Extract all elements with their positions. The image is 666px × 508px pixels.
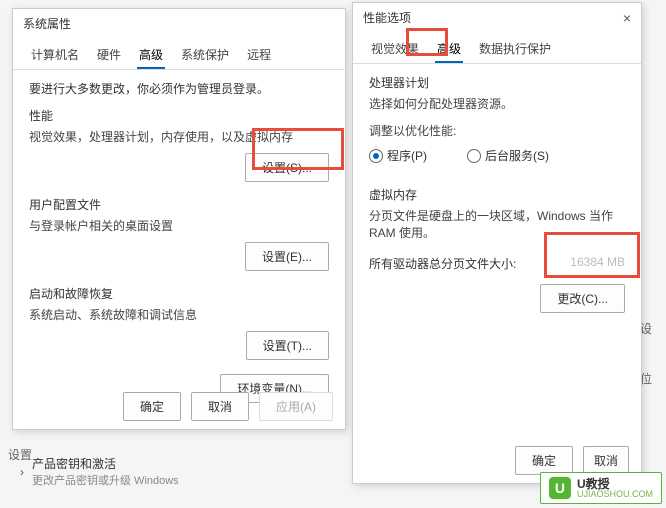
virtual-memory-group: 虚拟内存 分页文件是硬盘上的一块区域，Windows 当作 RAM 使用。 所有…: [369, 186, 625, 313]
vmem-total-label: 所有驱动器总分页文件大小:: [369, 255, 516, 272]
tab-visual-effects[interactable]: 视觉效果: [369, 36, 421, 63]
tab-dep[interactable]: 数据执行保护: [477, 36, 553, 63]
adjust-label: 调整以优化性能:: [369, 122, 625, 139]
performance-desc: 视觉效果，处理器计划，内存使用，以及虚拟内存: [29, 128, 329, 145]
tab-hardware[interactable]: 硬件: [95, 42, 123, 69]
tab-computer-name[interactable]: 计算机名: [29, 42, 81, 69]
radio-dot-selected-icon: [369, 149, 383, 163]
performance-settings-button[interactable]: 设置(S)...: [245, 153, 329, 182]
dialog1-apply-button[interactable]: 应用(A): [259, 392, 333, 421]
admin-note: 要进行大多数更改，你必须作为管理员登录。: [29, 80, 329, 97]
dialog1-content: 要进行大多数更改，你必须作为管理员登录。 性能 视觉效果，处理器计划，内存使用，…: [13, 70, 345, 413]
user-profile-title: 用户配置文件: [29, 196, 329, 213]
logo-text: U教授 UJIAOSHOU.COM: [577, 478, 653, 499]
vmem-total-row: 所有驱动器总分页文件大小: 16384 MB: [369, 255, 625, 272]
logo-main: U教授: [577, 478, 653, 490]
dialog2-tabs: 视觉效果 高级 数据执行保护: [353, 32, 641, 64]
tab-advanced-2[interactable]: 高级: [435, 36, 463, 63]
dialog2-cancel-button[interactable]: 取消: [583, 446, 629, 475]
dialog1-ok-button[interactable]: 确定: [123, 392, 181, 421]
startup-recovery-settings-button[interactable]: 设置(T)...: [246, 331, 329, 360]
product-text: 产品密钥和激活 更改产品密钥或升级 Windows: [32, 455, 179, 488]
scheduling-desc: 选择如何分配处理器资源。: [369, 95, 625, 112]
product-title: 产品密钥和激活: [32, 455, 179, 472]
startup-recovery-desc: 系统启动、系统故障和调试信息: [29, 306, 329, 323]
vmem-total-value: 16384 MB: [570, 255, 625, 272]
dialog2-titlebar: 性能选项 ×: [353, 3, 641, 32]
scheduling-title: 处理器计划: [369, 74, 625, 91]
tab-advanced[interactable]: 高级: [137, 42, 165, 69]
product-key-section[interactable]: › 产品密钥和激活 更改产品密钥或升级 Windows: [20, 455, 179, 488]
processor-scheduling-group: 处理器计划 选择如何分配处理器资源。 调整以优化性能: 程序(P) 后台服务(S…: [369, 74, 625, 164]
dialog1-footer: 确定 取消 应用(A): [123, 392, 333, 421]
radio-programs[interactable]: 程序(P): [369, 147, 427, 164]
logo-sub: UJIAOSHOU.COM: [577, 490, 653, 499]
radio-dot-icon: [467, 149, 481, 163]
vmem-title: 虚拟内存: [369, 186, 625, 203]
dialog1-title: 系统属性: [23, 15, 71, 32]
radio-programs-label: 程序(P): [387, 147, 427, 164]
watermark-logo: U U教授 UJIAOSHOU.COM: [540, 472, 662, 504]
performance-options-dialog: 性能选项 × 视觉效果 高级 数据执行保护 处理器计划 选择如何分配处理器资源。…: [352, 2, 642, 484]
user-profile-desc: 与登录帐户相关的桌面设置: [29, 217, 329, 234]
vmem-change-button[interactable]: 更改(C)...: [540, 284, 625, 313]
dialog1-titlebar: 系统属性: [13, 9, 345, 38]
dialog2-title: 性能选项: [363, 9, 411, 26]
startup-recovery-group: 启动和故障恢复 系统启动、系统故障和调试信息 设置(T)...: [29, 285, 329, 360]
vmem-desc: 分页文件是硬盘上的一块区域，Windows 当作 RAM 使用。: [369, 207, 625, 241]
dialog2-ok-button[interactable]: 确定: [515, 446, 573, 475]
system-properties-dialog: 系统属性 计算机名 硬件 高级 系统保护 远程 要进行大多数更改，你必须作为管理…: [12, 8, 346, 430]
dialog1-tabs: 计算机名 硬件 高级 系统保护 远程: [13, 38, 345, 70]
dialog1-cancel-button[interactable]: 取消: [191, 392, 249, 421]
dialog2-content: 处理器计划 选择如何分配处理器资源。 调整以优化性能: 程序(P) 后台服务(S…: [353, 64, 641, 337]
performance-title: 性能: [29, 107, 329, 124]
tab-remote[interactable]: 远程: [245, 42, 273, 69]
logo-badge-icon: U: [549, 477, 571, 499]
radio-background-services[interactable]: 后台服务(S): [467, 147, 549, 164]
chevron-right-icon: ›: [20, 465, 24, 479]
scheduling-radio-row: 程序(P) 后台服务(S): [369, 147, 625, 164]
tab-system-protection[interactable]: 系统保护: [179, 42, 231, 69]
close-icon[interactable]: ×: [623, 10, 631, 26]
startup-recovery-title: 启动和故障恢复: [29, 285, 329, 302]
product-desc: 更改产品密钥或升级 Windows: [32, 472, 179, 488]
dialog2-footer: 确定 取消: [515, 446, 629, 475]
user-profile-group: 用户配置文件 与登录帐户相关的桌面设置 设置(E)...: [29, 196, 329, 271]
radio-bg-label: 后台服务(S): [485, 147, 549, 164]
user-profile-settings-button[interactable]: 设置(E)...: [245, 242, 329, 271]
performance-group: 性能 视觉效果，处理器计划，内存使用，以及虚拟内存 设置(S)...: [29, 107, 329, 182]
